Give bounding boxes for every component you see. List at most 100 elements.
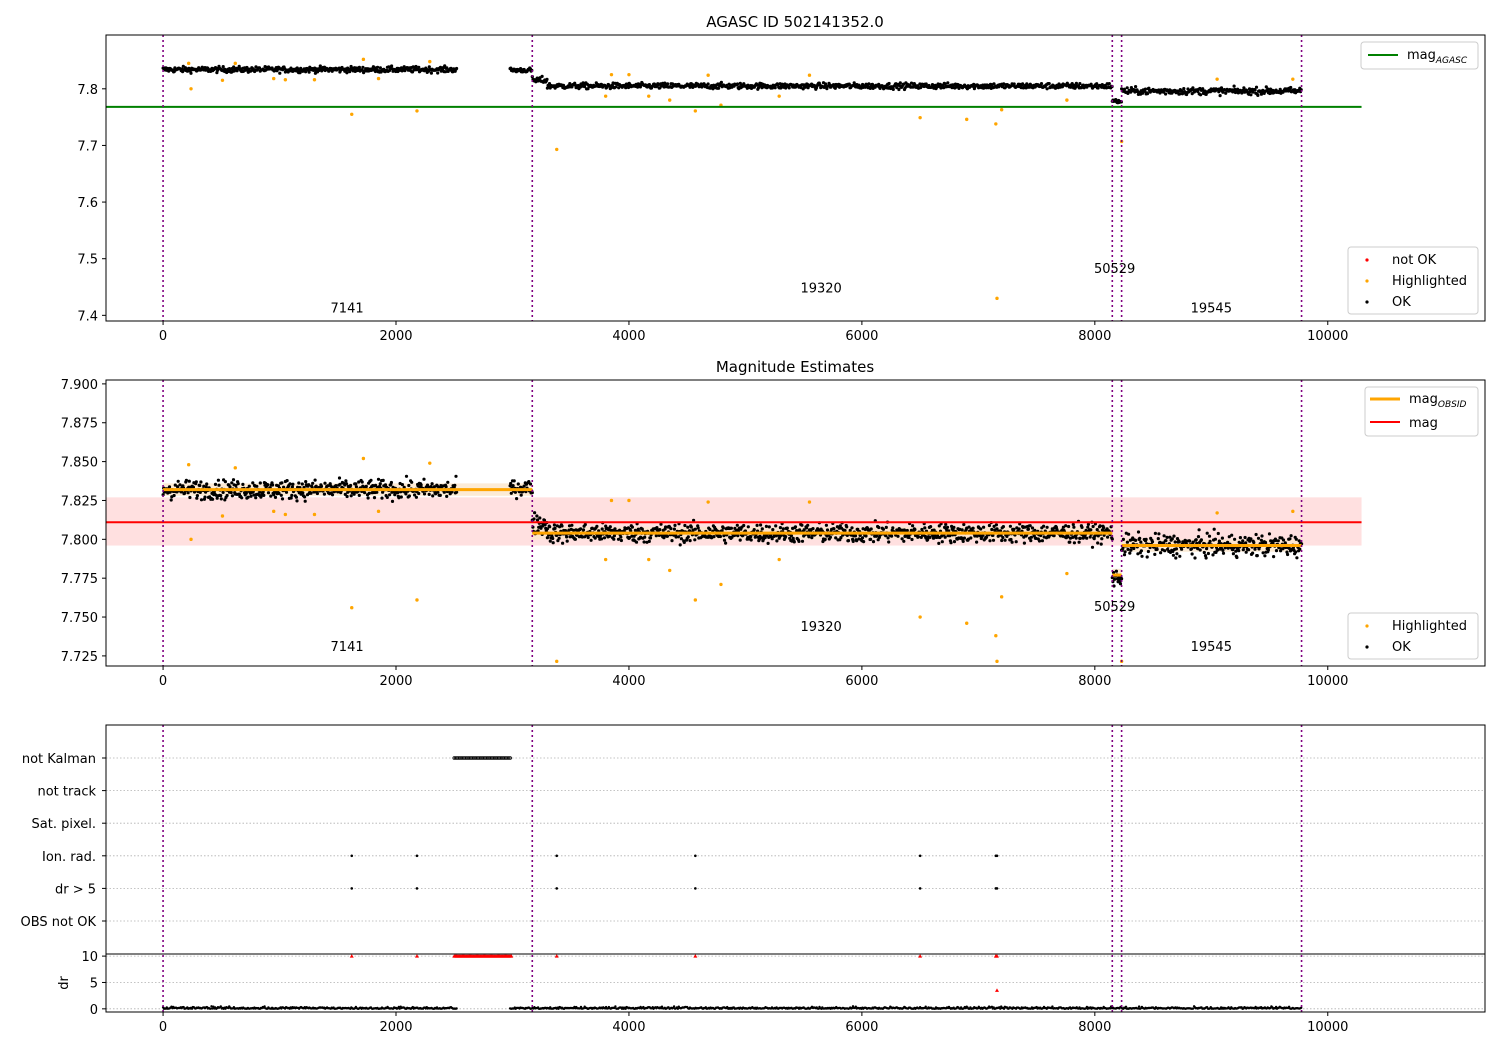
figure: AGASC ID 502141352.0 0 2000 4000 6000 8000 10…: [21, 13, 1486, 1035]
ok-point: [516, 482, 520, 486]
ok-point: [167, 485, 172, 489]
flag-point: [694, 887, 697, 890]
ok-point: [994, 523, 999, 527]
ok-point: [1145, 555, 1149, 559]
highlighted-point: [283, 78, 288, 82]
ok-point: [512, 479, 516, 483]
ok-point: [1254, 85, 1259, 89]
ok-point: [1098, 524, 1102, 528]
ok-point: [1150, 540, 1155, 544]
ok-point: [288, 482, 292, 486]
magnitude-panel: Magnitude Estimates 0 2000 4000 6000 8000 100…: [61, 358, 1486, 689]
ok-point: [1263, 554, 1267, 558]
highlighted-point: [555, 659, 559, 664]
highlighted-point: [603, 94, 608, 98]
ok-point: [1197, 528, 1201, 532]
ok-point: [640, 527, 644, 531]
ok-point: [1047, 82, 1051, 86]
ok-point: [902, 539, 906, 543]
ok-point: [1266, 87, 1270, 91]
highlighted-point: [965, 117, 969, 122]
ok-point: [1260, 534, 1264, 538]
ok-point: [414, 495, 418, 499]
ok-point: [1261, 551, 1265, 555]
ok-point: [1091, 524, 1095, 529]
ok-point: [1164, 92, 1168, 96]
ok-point: [271, 483, 275, 487]
ok-point: [430, 482, 434, 486]
y-tick-label: 7.875: [61, 417, 98, 432]
highlighted-point: [350, 112, 354, 116]
ok-point: [1254, 532, 1258, 537]
highlighted-point: [995, 659, 999, 664]
ok-point: [1274, 549, 1279, 553]
ok-point: [285, 479, 289, 483]
ok-point: [984, 535, 989, 539]
flag-row-label: not track: [37, 785, 96, 800]
ok-point: [832, 527, 836, 531]
ok-point: [630, 525, 635, 529]
ok-point: [940, 540, 944, 544]
ok-point: [376, 65, 380, 69]
ok-point: [1125, 540, 1129, 544]
ok-point: [1078, 536, 1082, 541]
flag-row-label: Ion. rad.: [42, 850, 96, 865]
ok-point: [1193, 556, 1197, 560]
ok-point: [389, 480, 393, 485]
ok-point: [1164, 539, 1168, 543]
ok-point: [419, 483, 423, 487]
plot-frame: [105, 724, 1486, 1013]
ok-point: [453, 483, 457, 487]
ok-point: [1003, 538, 1007, 542]
ok-point: [988, 539, 992, 543]
ok-point: [1037, 539, 1042, 543]
ok-point: [1162, 534, 1166, 538]
ok-point: [1206, 551, 1210, 556]
ok-point: [952, 540, 957, 544]
ok-point: [446, 480, 450, 484]
ok-point: [1241, 539, 1245, 543]
ok-point: [619, 538, 624, 543]
ok-point: [869, 537, 873, 542]
ok-point: [929, 525, 933, 529]
ok-point: [669, 527, 673, 531]
ok-point: [557, 536, 561, 540]
ok-point: [1212, 527, 1216, 531]
ok-point: [971, 526, 975, 530]
ok-point: [378, 482, 382, 486]
ok-point: [670, 539, 674, 543]
ok-point: [1177, 540, 1181, 544]
ok-point: [1122, 87, 1126, 91]
ok-point: [1190, 552, 1194, 556]
y-tick-label: 7.825: [61, 494, 98, 509]
highlighted-point: [706, 73, 710, 77]
ok-point: [565, 539, 569, 543]
ok-point: [961, 539, 965, 544]
ok-point: [729, 526, 734, 530]
highlighted-point: [693, 598, 698, 602]
ok-point: [990, 527, 994, 532]
ok-point: [255, 484, 259, 488]
x-tick-label: 10000: [1307, 674, 1348, 689]
ok-point: [738, 538, 742, 542]
highlighted-point: [361, 456, 366, 461]
highlighted-point: [1065, 571, 1069, 576]
ok-point: [258, 481, 262, 485]
ok-point: [1118, 582, 1123, 586]
obsid-label-50529: 50529: [1094, 262, 1135, 277]
highlighted-point: [415, 598, 419, 602]
ok-point: [960, 528, 964, 532]
ok-point: [792, 540, 796, 544]
flag-point: [918, 854, 922, 858]
ok-point: [742, 523, 746, 528]
ok-point: [634, 540, 639, 544]
highlighted-point: [312, 78, 317, 82]
ok-point: [1256, 93, 1260, 97]
ok-point: [1022, 541, 1026, 545]
ok-point: [1064, 524, 1068, 528]
ok-point: [198, 483, 202, 488]
ok-point: [1174, 556, 1178, 560]
legend-mag-label-2: mag: [1409, 416, 1438, 431]
ok-point: [724, 541, 728, 545]
legend-not-ok-label: not OK: [1392, 253, 1437, 268]
